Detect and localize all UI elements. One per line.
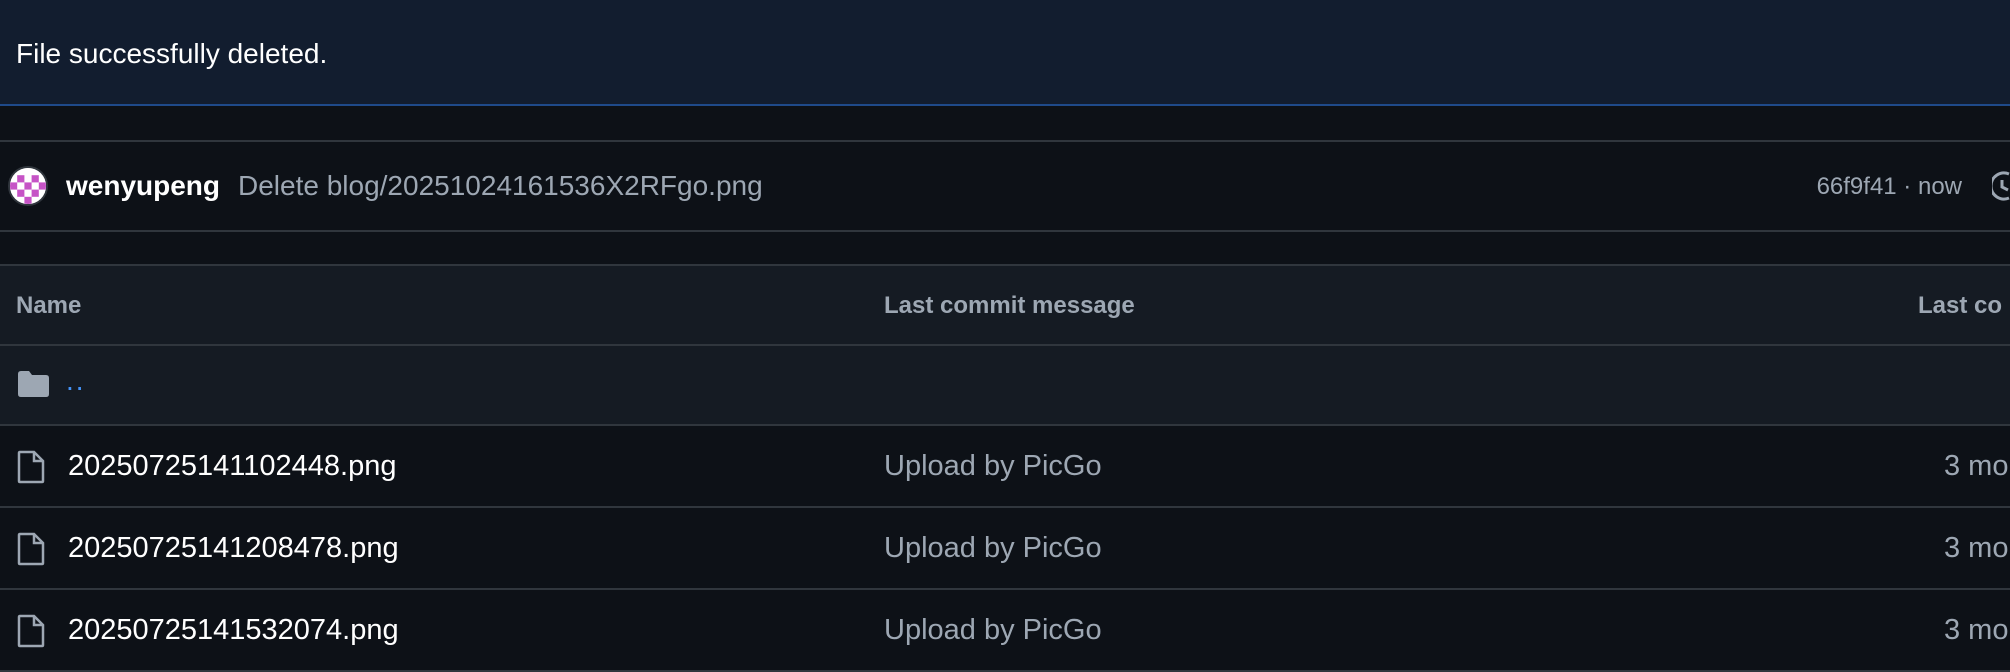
file-commit-date: 3 mo [1944, 532, 2009, 564]
table-row[interactable]: 20250725141208478.png Upload by PicGo 3 … [0, 508, 2010, 590]
file-icon [16, 614, 46, 653]
identicon-avatar-icon [10, 168, 46, 204]
folder-icon [16, 370, 50, 403]
commit-message-link[interactable]: Delete blog/20251024161536X2RFgo.png [238, 169, 763, 203]
file-commit-date: 3 mo [1944, 614, 2009, 646]
file-icon [16, 450, 46, 489]
file-name-link[interactable]: 20250725141532074.png [68, 612, 399, 648]
commit-sha-time[interactable]: 66f9f41 · now [1817, 172, 1962, 202]
divider [0, 230, 2010, 232]
file-commit-message-link[interactable]: Upload by PicGo [884, 530, 1102, 566]
file-commit-message-link[interactable]: Upload by PicGo [884, 612, 1102, 648]
parent-directory-row[interactable]: .. [0, 346, 2010, 426]
latest-commit-bar: wenyupeng Delete blog/20251024161536X2RF… [0, 142, 2010, 230]
table-row[interactable]: 20250725141102448.png Upload by PicGo 3 … [0, 426, 2010, 508]
history-icon[interactable] [1989, 168, 2010, 209]
flash-banner: File successfully deleted. [0, 0, 2010, 106]
table-header: Name Last commit message Last co [0, 266, 2010, 346]
table-row[interactable]: 20250725141532074.png Upload by PicGo 3 … [0, 590, 2010, 672]
file-icon [16, 532, 46, 571]
column-header-message: Last commit message [884, 292, 1135, 319]
file-name-link[interactable]: 20250725141102448.png [68, 448, 396, 484]
commit-author-link[interactable]: wenyupeng [66, 169, 220, 203]
column-header-date: Last co [1918, 292, 2003, 319]
column-header-name: Name [16, 292, 82, 319]
file-commit-date: 3 mo [1944, 450, 2009, 482]
file-name-link[interactable]: 20250725141208478.png [68, 530, 399, 566]
author-avatar[interactable] [8, 166, 48, 206]
file-commit-message-link[interactable]: Upload by PicGo [884, 448, 1102, 484]
flash-message: File successfully deleted. [16, 38, 328, 69]
parent-directory-link[interactable]: .. [66, 364, 86, 398]
file-table: Name Last commit message Last co .. 2025… [0, 264, 2010, 672]
